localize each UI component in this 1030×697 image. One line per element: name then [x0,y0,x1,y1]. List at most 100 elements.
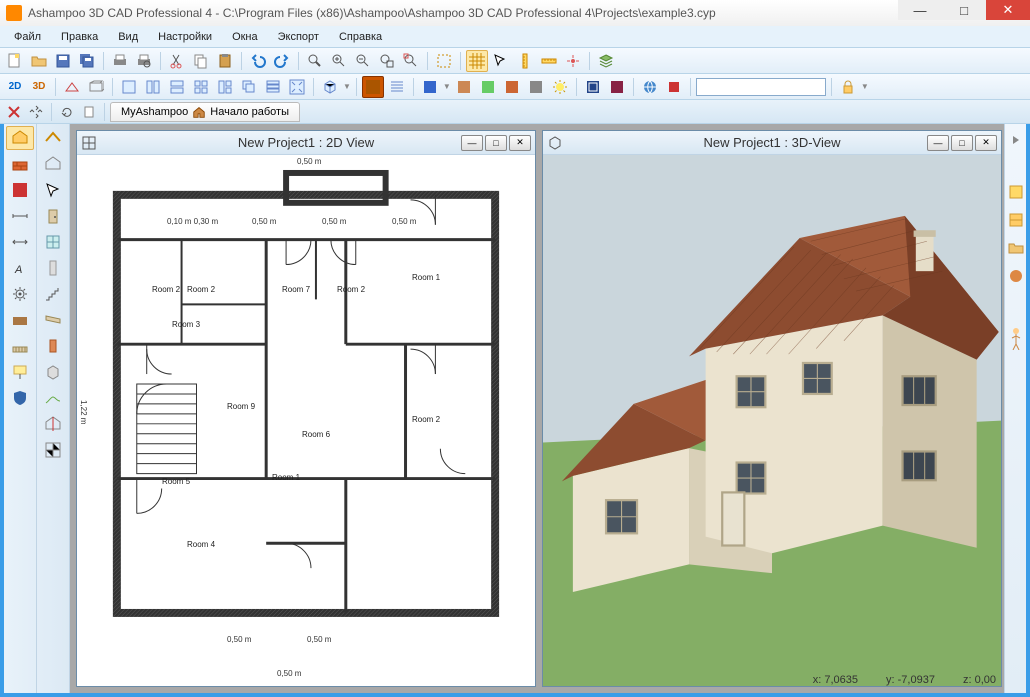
menu-settings[interactable]: Настройки [150,29,220,45]
win2d-maximize-button[interactable]: □ [485,135,507,151]
mode-a-icon[interactable] [582,76,604,98]
menu-help[interactable]: Справка [331,29,390,45]
menu-export[interactable]: Экспорт [270,29,327,45]
window-tile-v-icon[interactable] [262,76,284,98]
lock-icon[interactable] [837,76,859,98]
texture4-icon[interactable] [525,76,547,98]
tool-wall-red-icon[interactable] [6,178,34,202]
new-file-icon[interactable] [4,50,26,72]
tool-column-icon[interactable] [39,256,67,280]
snap-icon[interactable] [562,50,584,72]
globe-icon[interactable] [639,76,661,98]
window-quad-icon[interactable] [190,76,212,98]
tool-floor-icon[interactable] [6,334,34,358]
menu-windows[interactable]: Окна [224,29,266,45]
open-file-icon[interactable] [28,50,50,72]
win2d-close-button[interactable]: ✕ [509,135,531,151]
right-folder-icon[interactable] [1002,236,1030,260]
tool-dimension-icon[interactable] [6,230,34,254]
window-single-icon[interactable] [118,76,140,98]
light-icon[interactable] [549,76,571,98]
paste-icon[interactable] [214,50,236,72]
tool-building-icon[interactable] [6,126,34,150]
window-2d-titlebar[interactable]: New Project1 : 2D View — □ ✕ [77,131,535,155]
win3d-close-button[interactable]: ✕ [975,135,997,151]
right-catalog-icon[interactable] [1002,180,1030,204]
print-preview-icon[interactable] [133,50,155,72]
tool-shield-icon[interactable] [6,386,34,410]
menu-edit[interactable]: Правка [53,29,106,45]
tool-cursor-icon[interactable] [39,178,67,202]
window-3d-titlebar[interactable]: New Project1 : 3D-View — □ ✕ [543,131,1001,155]
ruler-v-icon[interactable] [514,50,536,72]
cut-icon[interactable] [166,50,188,72]
mode-b-icon[interactable] [606,76,628,98]
tool-window-icon[interactable] [39,230,67,254]
right-library-icon[interactable] [1002,208,1030,232]
right-person-icon[interactable] [1002,326,1030,350]
tool-wall-icon[interactable] [6,152,34,176]
cube-icon[interactable] [319,76,341,98]
window-hsplit-icon[interactable] [166,76,188,98]
zoom-fit-icon[interactable] [376,50,398,72]
layers-icon[interactable] [595,50,617,72]
tool-stairs-icon[interactable] [39,282,67,306]
color-blue-icon[interactable] [419,76,441,98]
right-materials-icon[interactable] [1002,264,1030,288]
tool-surface-icon[interactable] [6,308,34,332]
win3d-maximize-button[interactable]: □ [951,135,973,151]
view-perspective-icon[interactable] [61,76,83,98]
close-button[interactable]: ✕ [986,0,1030,20]
win2d-minimize-button[interactable]: — [461,135,483,151]
canvas-3d[interactable] [543,155,1001,686]
tool-section-icon[interactable] [39,412,67,436]
cursor-select-icon[interactable] [490,50,512,72]
stop-icon[interactable] [663,76,685,98]
window-cascade-icon[interactable] [238,76,260,98]
view-preset-dropdown[interactable] [696,78,826,96]
redo-icon[interactable] [271,50,293,72]
tab-myashampoo[interactable]: MyAshampoo Начало работы [110,102,300,122]
tool-pan-icon[interactable] [26,102,46,122]
maximize-button[interactable]: □ [942,0,986,20]
ruler-h-icon[interactable] [538,50,560,72]
tool-object-icon[interactable] [39,360,67,384]
mode-2d-button[interactable]: 2D [4,76,26,98]
grid-icon[interactable] [466,50,488,72]
tool-doc-icon[interactable] [79,102,99,122]
tool-door-icon[interactable] [39,204,67,228]
tool-x-icon[interactable] [4,102,24,122]
tool-gear-icon[interactable] [6,282,34,306]
fullscreen-icon[interactable] [286,76,308,98]
texture3-icon[interactable] [501,76,523,98]
tool-text-icon[interactable]: A [6,256,34,280]
right-expand-icon[interactable] [1002,128,1030,152]
window-vsplit-icon[interactable] [142,76,164,98]
tool-plan-icon[interactable] [39,438,67,462]
tool-room-icon[interactable] [39,152,67,176]
select-rect-icon[interactable] [433,50,455,72]
tool-measure-icon[interactable] [6,204,34,228]
menu-file[interactable]: Файл [6,29,49,45]
canvas-2d[interactable]: 0,50 m 0,10 m 0,30 m 0,50 m 0,50 m 0,50 … [77,155,535,686]
zoom-in-icon[interactable] [328,50,350,72]
copy-icon[interactable] [190,50,212,72]
undo-icon[interactable] [247,50,269,72]
tool-terrain-icon[interactable] [39,386,67,410]
tool-rotate-icon[interactable] [57,102,77,122]
mode-3d-button[interactable]: 3D [28,76,50,98]
tool-chimney-icon[interactable] [39,334,67,358]
zoom-icon[interactable] [304,50,326,72]
window-3pane-icon[interactable] [214,76,236,98]
win3d-minimize-button[interactable]: — [927,135,949,151]
zoom-window-icon[interactable] [400,50,422,72]
texture1-icon[interactable] [453,76,475,98]
print-icon[interactable] [109,50,131,72]
material-brown-icon[interactable] [362,76,384,98]
save-all-icon[interactable] [76,50,98,72]
view-wireframe-icon[interactable] [85,76,107,98]
save-icon[interactable] [52,50,74,72]
tool-paint-icon[interactable] [6,360,34,384]
texture2-icon[interactable] [477,76,499,98]
minimize-button[interactable]: — [898,0,942,20]
